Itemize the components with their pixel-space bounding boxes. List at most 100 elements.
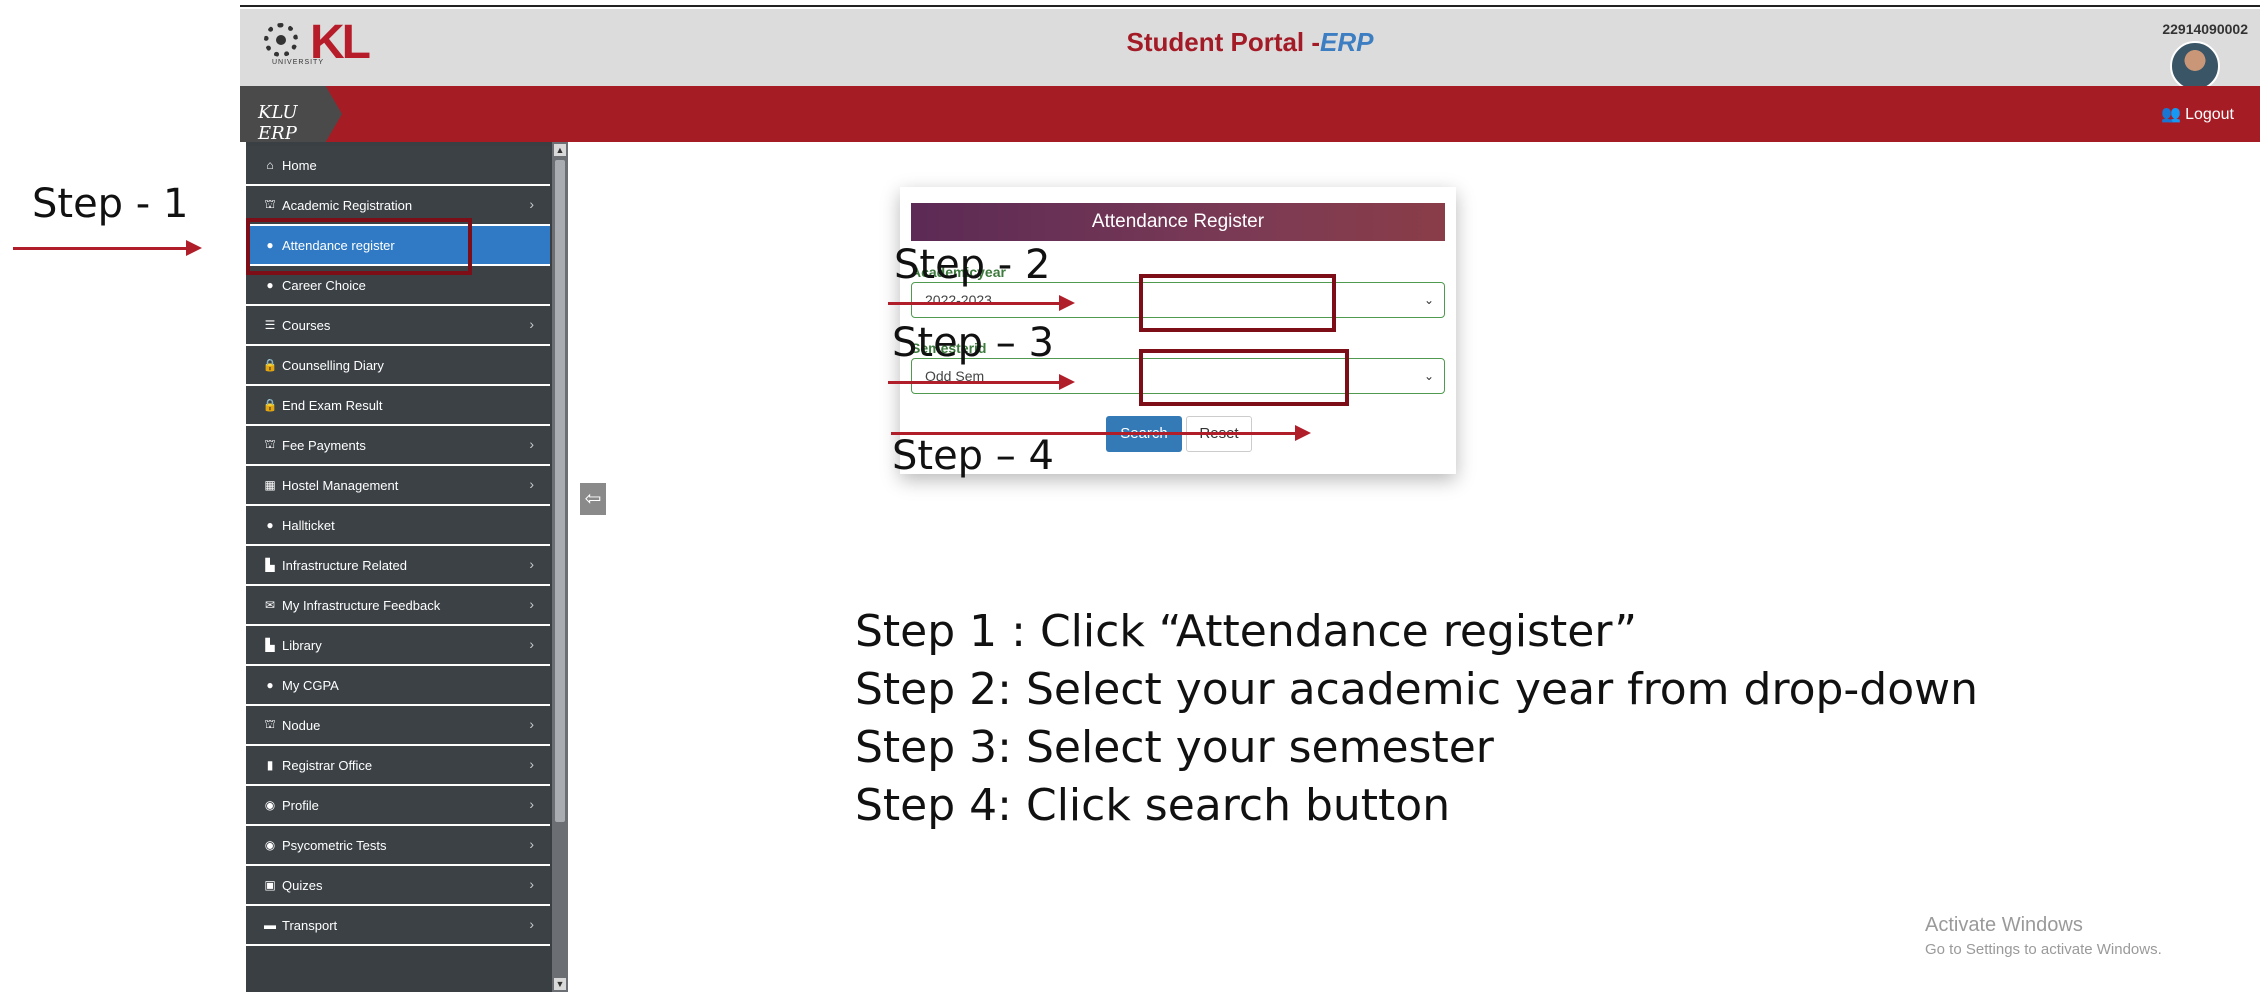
lock-icon: 🔒	[262, 358, 278, 372]
sidebar-item-library[interactable]: ▙ Library ›	[246, 626, 550, 666]
windows-activation-watermark: Activate Windows Go to Settings to activ…	[1925, 914, 2162, 958]
sidebar-item-label: Nodue	[282, 717, 321, 733]
bank-icon: ⛫	[264, 437, 276, 451]
sidebar-item-transport[interactable]: ▬ Transport ›	[246, 906, 550, 946]
scroll-thumb[interactable]	[555, 160, 565, 822]
page-title: Student Portal -ERP	[240, 27, 2260, 58]
chevron-right-icon: ›	[529, 436, 534, 452]
instruction-step3: Step 3: Select your semester	[855, 722, 1494, 773]
sidebar-item-registrar-office[interactable]: ▮ Registrar Office ›	[246, 746, 550, 786]
sidebar-item-hallticket[interactable]: ● Hallticket	[246, 506, 550, 546]
brand-label: KLU ERP	[258, 102, 298, 144]
industry-icon: ▙	[265, 558, 275, 572]
brand-tag[interactable]: KLU ERP	[240, 86, 342, 142]
logo-subtext: UNIVERSITY	[272, 59, 325, 66]
clock-icon: ●	[266, 278, 274, 292]
user-circle-icon: ◉	[264, 838, 276, 852]
bus-icon: ▣	[264, 878, 276, 892]
step1-arrow	[13, 240, 202, 256]
chevron-right-icon: ›	[529, 196, 534, 212]
sidebar-item-end-exam-result[interactable]: 🔒 End Exam Result	[246, 386, 550, 426]
chevron-right-icon: ›	[529, 796, 534, 812]
sidebar-item-psycometric-tests[interactable]: ◉ Psycometric Tests ›	[246, 826, 550, 866]
home-icon: ⌂	[266, 158, 274, 172]
industry-icon: ▙	[265, 638, 275, 652]
nav-bar: KLU ERP 👥 Logout	[240, 86, 2260, 142]
erp-app: KL UNIVERSITY Student Portal -ERP 229140…	[240, 5, 2260, 992]
sidebar-item-label: Hostel Management	[282, 477, 399, 493]
academic-year-value: 2022-2023	[925, 292, 992, 308]
sidebar-item-label: Academic Registration	[282, 197, 413, 213]
page-title-accent: ERP	[1320, 27, 1374, 57]
file-icon: ▮	[266, 758, 274, 772]
sidebar-item-label: Registrar Office	[282, 757, 373, 773]
step3-highlight	[1139, 349, 1349, 406]
step3-arrow	[888, 374, 1075, 390]
step1-label: Step - 1	[32, 181, 189, 227]
step3-label: Step – 3	[892, 320, 1054, 366]
sidebar-item-label: End Exam Result	[282, 397, 383, 413]
chevron-right-icon: ›	[529, 316, 534, 332]
scroll-down-icon[interactable]: ▼	[554, 978, 566, 990]
collapse-sidebar-button[interactable]: ⇦	[580, 483, 606, 515]
sidebar-item-label: Fee Payments	[282, 437, 366, 453]
instruction-step2: Step 2: Select your academic year from d…	[855, 664, 1979, 715]
sidebar-scrollbar[interactable]: ▲ ▼	[552, 142, 568, 992]
chevron-down-icon: ⌄	[1423, 369, 1434, 383]
step4-label: Step – 4	[892, 433, 1054, 479]
sidebar-item-counselling-diary[interactable]: 🔒 Counselling Diary	[246, 346, 550, 386]
clock-icon: ●	[266, 518, 274, 532]
top-rule	[240, 5, 2260, 7]
arrow-left-icon: ⇦	[584, 488, 602, 510]
chevron-right-icon: ›	[529, 716, 534, 732]
sidebar-item-my-cgpa[interactable]: ● My CGPA	[246, 666, 550, 706]
step1-highlight	[246, 218, 472, 275]
watermark-line2: Go to Settings to activate Windows.	[1925, 941, 2162, 958]
instruction-list: Step 1 : Click “Attendance register” Ste…	[855, 603, 1978, 835]
sidebar-item-label: Counselling Diary	[282, 357, 384, 373]
chevron-right-icon: ›	[529, 636, 534, 652]
sidebar-item-profile[interactable]: ◉ Profile ›	[246, 786, 550, 826]
list-icon: ☰	[264, 318, 276, 332]
step2-label: Step - 2	[894, 242, 1051, 288]
sidebar-item-my-infrastructure-feedback[interactable]: ✉ My Infrastructure Feedback ›	[246, 586, 550, 626]
step2-highlight	[1139, 274, 1336, 332]
sidebar-item-label: Transport	[282, 917, 338, 933]
sidebar-item-label: Career Choice	[282, 277, 366, 293]
clock-icon: ●	[266, 678, 274, 692]
chevron-right-icon: ›	[529, 836, 534, 852]
sidebar-item-fee-payments[interactable]: ⛫ Fee Payments ›	[246, 426, 550, 466]
portal-header: KL UNIVERSITY Student Portal -ERP 229140…	[240, 9, 2260, 91]
bank-icon: ⛫	[264, 197, 276, 211]
sidebar-item-label: Infrastructure Related	[282, 557, 408, 573]
sidebar-item-label: Profile	[282, 797, 319, 813]
sidebar-item-label: Hallticket	[282, 517, 335, 533]
sidebar-item-nodue[interactable]: ⛫ Nodue ›	[246, 706, 550, 746]
card-title: Attendance Register	[911, 203, 1445, 241]
sidebar-item-home[interactable]: ⌂ Home	[246, 146, 550, 186]
sidebar-item-quizes[interactable]: ▣ Quizes ›	[246, 866, 550, 906]
logout-button[interactable]: 👥 Logout	[2161, 104, 2234, 124]
chevron-right-icon: ›	[529, 916, 534, 932]
chevron-right-icon: ›	[529, 876, 534, 892]
sidebar-item-infrastructure-related[interactable]: ▙ Infrastructure Related ›	[246, 546, 550, 586]
sidebar-item-courses[interactable]: ☰ Courses ›	[246, 306, 550, 346]
chevron-right-icon: ›	[529, 476, 534, 492]
comments-icon: ✉	[264, 598, 276, 612]
chevron-down-icon: ⌄	[1423, 293, 1434, 307]
sidebar-item-label: Courses	[282, 317, 331, 333]
sidebar-item-label: Library	[282, 637, 322, 653]
watermark-line1: Activate Windows	[1925, 914, 2083, 936]
sidebar-item-label: Quizes	[282, 877, 323, 893]
page-title-main: Student Portal -	[1126, 27, 1321, 57]
sidebar-item-label: Psycometric Tests	[282, 837, 387, 853]
bank-icon: ⛫	[264, 717, 276, 731]
scroll-up-icon[interactable]: ▲	[554, 144, 566, 156]
avatar[interactable]	[2170, 41, 2220, 91]
sidebar-item-hostel-management[interactable]: ▦ Hostel Management ›	[246, 466, 550, 506]
chevron-right-icon: ›	[529, 596, 534, 612]
sidebar-item-label: My CGPA	[282, 677, 339, 693]
sidebar-item-label: Home	[282, 157, 317, 173]
users-icon: 👥	[2161, 106, 2182, 123]
instruction-step1: Step 1 : Click “Attendance register”	[855, 606, 1638, 657]
